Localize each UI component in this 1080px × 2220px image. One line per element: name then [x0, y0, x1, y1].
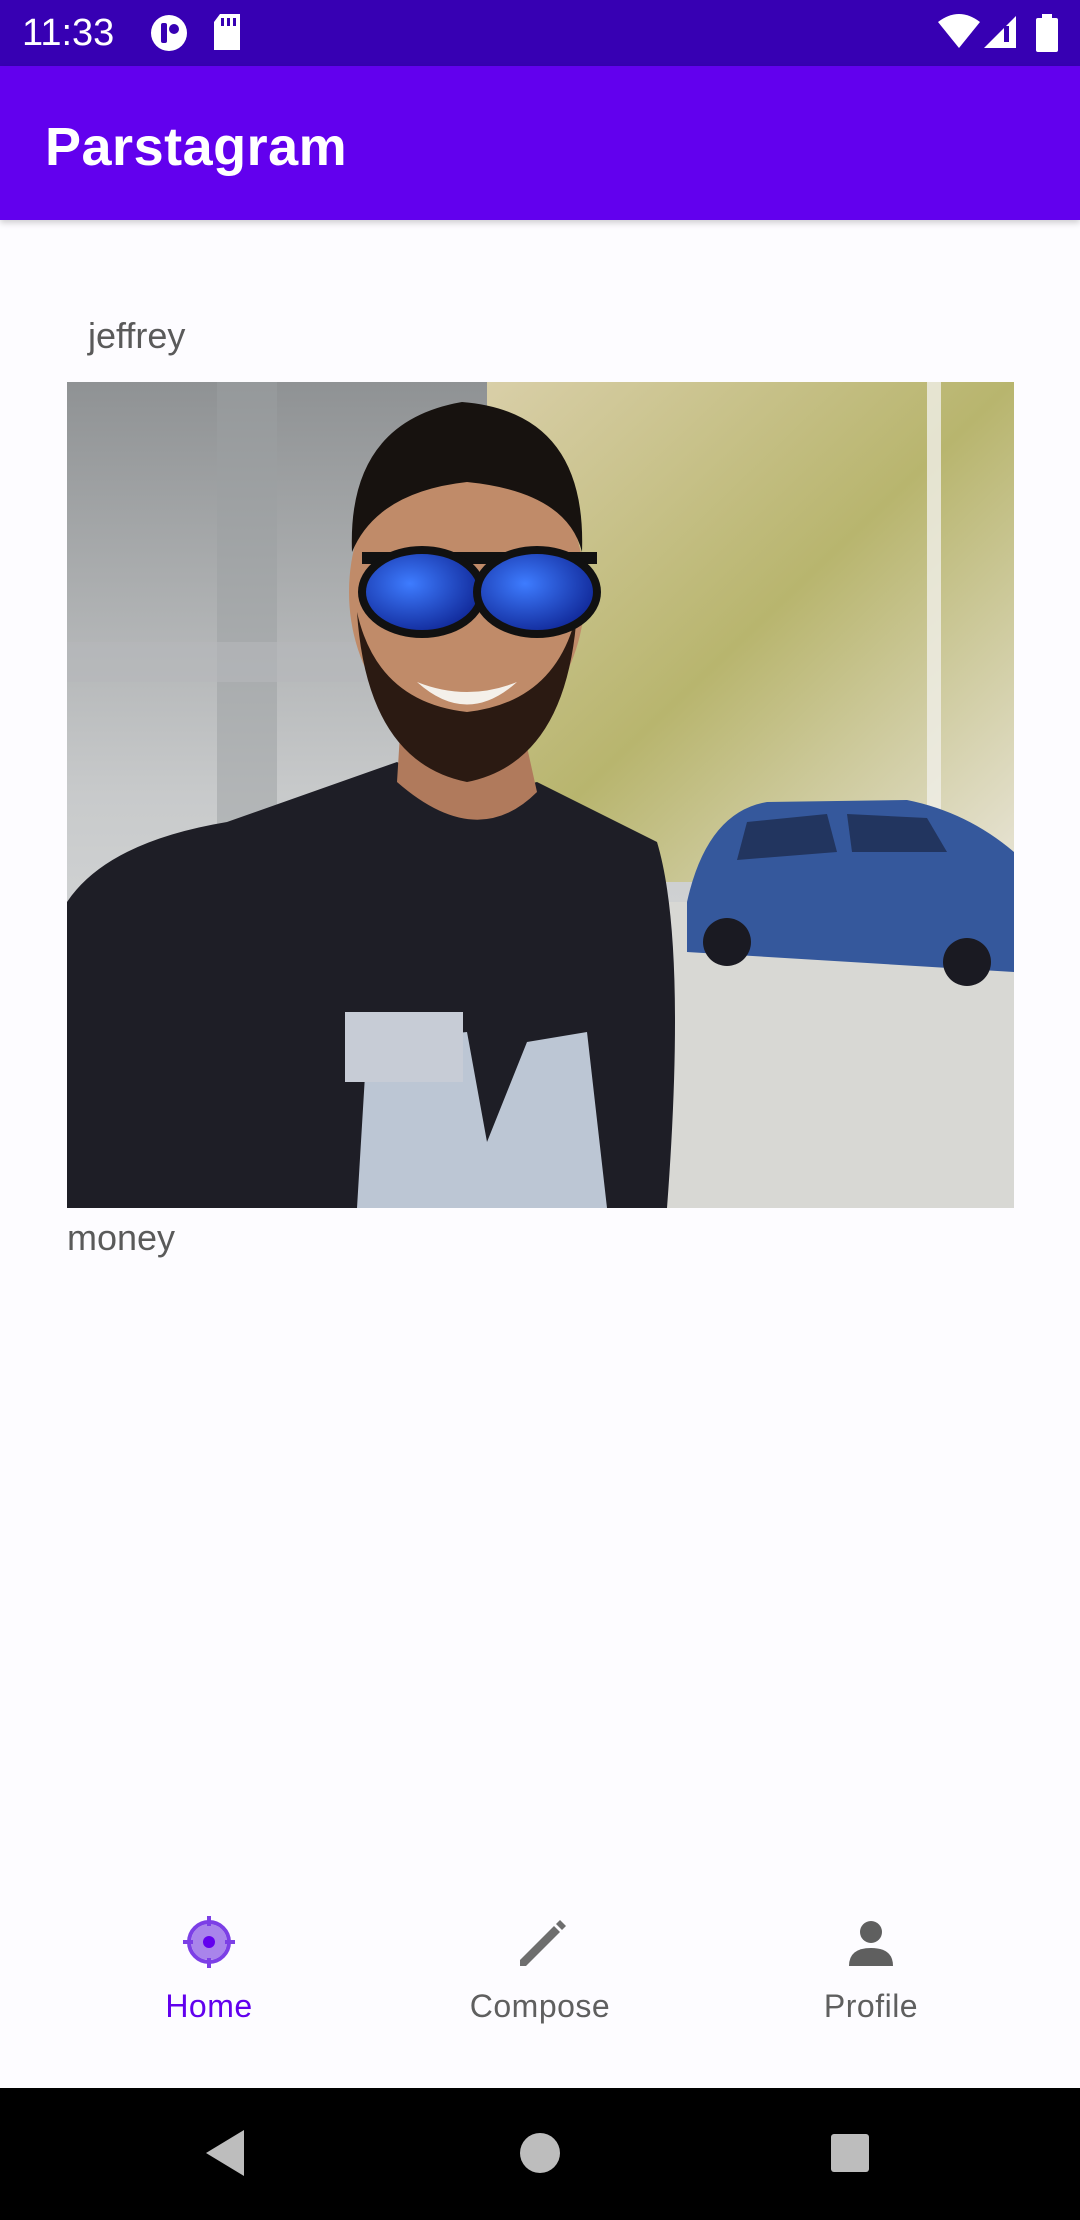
wifi-icon [938, 14, 980, 55]
post-caption: money [67, 1217, 176, 1258]
nav-label-home: Home [165, 1988, 253, 2024]
nav-item-home[interactable]: Home [29, 1870, 389, 2088]
status-bar: 11:33 [0, 0, 1080, 66]
home-circle-icon[interactable] [518, 2128, 562, 2183]
sd-card-icon [212, 14, 242, 57]
status-time: 11:33 [22, 12, 115, 54]
post-username[interactable]: jeffrey [88, 314, 185, 358]
back-icon[interactable] [204, 2128, 248, 2183]
home-target-icon [181, 1914, 237, 1970]
nav-item-profile[interactable]: Profile [691, 1870, 1051, 2088]
system-navigation-bar [0, 2088, 1080, 2220]
recents-square-icon[interactable] [828, 2128, 872, 2183]
pencil-icon [512, 1914, 568, 1970]
post-image[interactable] [67, 382, 1014, 1208]
nav-label-compose: Compose [469, 1988, 611, 2024]
app-title: Parstagram [45, 117, 348, 177]
nav-item-compose[interactable]: Compose [360, 1870, 720, 2088]
battery-icon [1036, 14, 1058, 57]
person-icon [843, 1914, 899, 1970]
bottom-navigation: Home Compose Profile [0, 1870, 1080, 2088]
cell-signal-icon [984, 14, 1018, 55]
app-bar: Parstagram [0, 66, 1080, 220]
post-photo [67, 382, 1014, 1208]
notification-app-icon [150, 14, 188, 57]
nav-label-profile: Profile [823, 1988, 919, 2024]
